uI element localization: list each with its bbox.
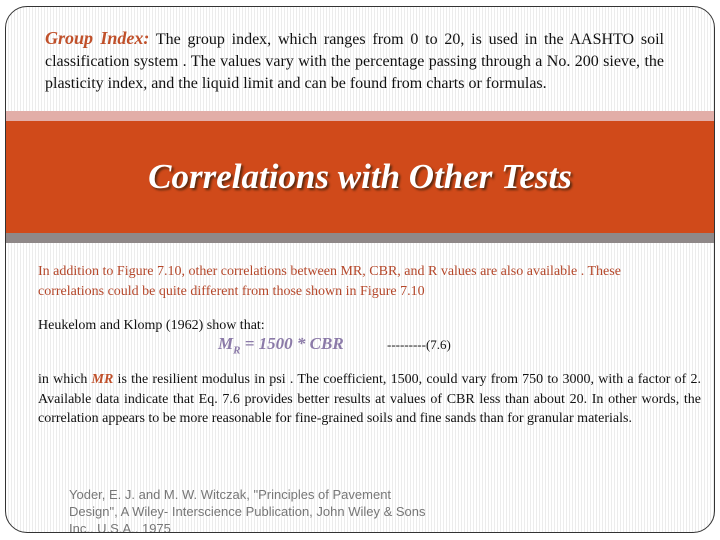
body-paragraph: in which MR is the resilient modulus in … bbox=[38, 370, 701, 429]
heukelom-line: Heukelom and Klomp (1962) show that: bbox=[38, 318, 265, 333]
slide: Group Index: The group index, which rang… bbox=[5, 6, 715, 533]
mr-term: MR bbox=[91, 372, 114, 387]
body-post: is the resilient modulus in psi . The co… bbox=[38, 372, 702, 426]
equation-rhs: = 1500 * CBR bbox=[240, 334, 344, 353]
title-band-top-strip bbox=[6, 111, 714, 121]
title-band: Correlations with Other Tests bbox=[6, 121, 714, 233]
slide-title: Correlations with Other Tests bbox=[148, 157, 572, 196]
group-index-label: Group Index: bbox=[45, 28, 150, 48]
body-pre: in which bbox=[38, 372, 92, 387]
reference: Yoder, E. J. and M. W. Witczak, "Princip… bbox=[69, 487, 426, 533]
group-index-paragraph: Group Index: The group index, which rang… bbox=[45, 27, 664, 95]
intro-paragraph: In addition to Figure 7.10, other correl… bbox=[38, 264, 621, 299]
equation: MR = 1500 * CBR bbox=[218, 334, 344, 356]
title-band-bottom-strip bbox=[6, 233, 714, 243]
equation-lhs: M bbox=[218, 334, 234, 353]
equation-number: ---------(7.6) bbox=[387, 337, 451, 352]
